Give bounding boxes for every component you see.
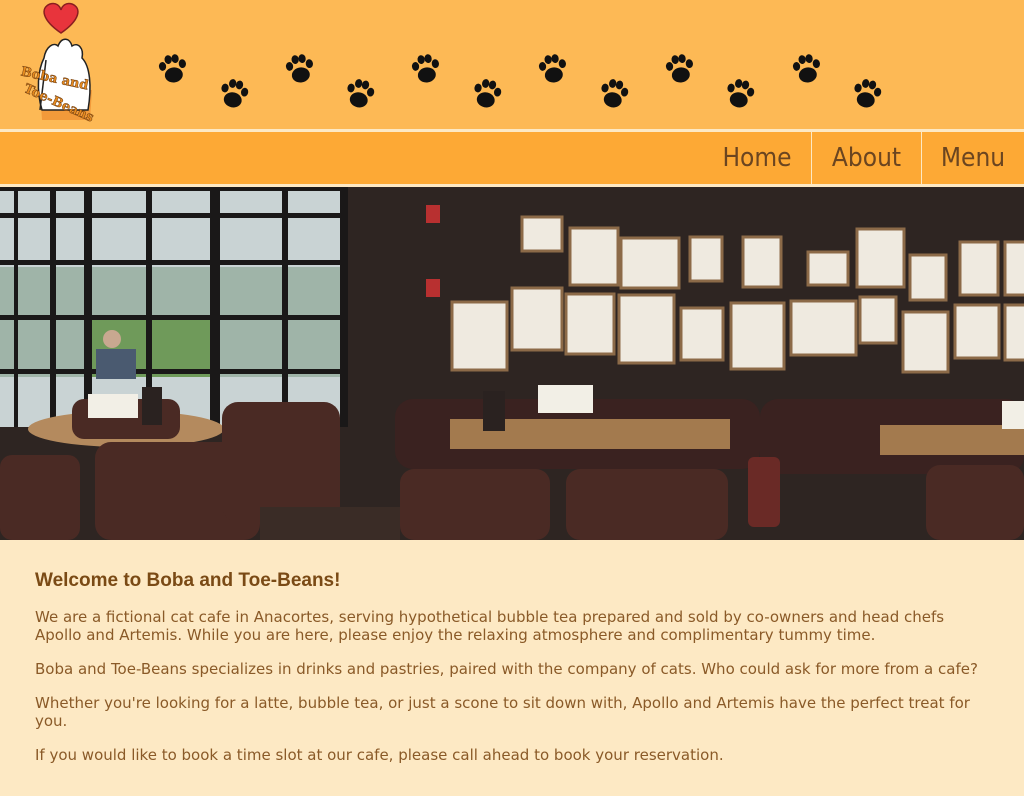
welcome-section: Welcome to Boba and Toe-Beans! We are a … [35, 560, 995, 780]
paw-print-icon [339, 73, 382, 116]
paw-print-icon [719, 73, 762, 116]
hero-image [0, 187, 1024, 540]
site-header: Boba and Toe-Beans [0, 0, 1024, 130]
intro-paragraph-3: Whether you're looking for a latte, bubb… [35, 694, 970, 730]
paw-print-icon [406, 49, 447, 90]
paw-print-icon [787, 49, 828, 90]
welcome-heading: Welcome to Boba and Toe-Beans! [35, 570, 341, 591]
nav-menu-link[interactable]: Menu [922, 132, 1024, 184]
paw-print-icon [533, 49, 574, 90]
nav-home-link[interactable]: Home [703, 132, 811, 184]
paw-print-icon [593, 73, 636, 116]
hero-cafe-photo [0, 187, 1024, 540]
nav-about-link[interactable]: About [812, 132, 921, 184]
intro-paragraph-2: Boba and Toe-Beans specializes in drinks… [35, 660, 978, 678]
paw-print-icon [846, 73, 889, 116]
cafe-logo[interactable]: Boba and Toe-Beans [12, 0, 112, 126]
paw-print-icon [153, 49, 194, 90]
paw-print-icon [280, 49, 321, 90]
main-nav: Home About Menu [0, 132, 1024, 184]
paw-print-icon [466, 73, 509, 116]
paw-print-icon [213, 73, 256, 116]
intro-paragraph-1: We are a fictional cat cafe in Anacortes… [35, 608, 945, 644]
paw-print-icon [660, 49, 701, 90]
intro-paragraph-4: If you would like to book a time slot at… [35, 746, 724, 764]
